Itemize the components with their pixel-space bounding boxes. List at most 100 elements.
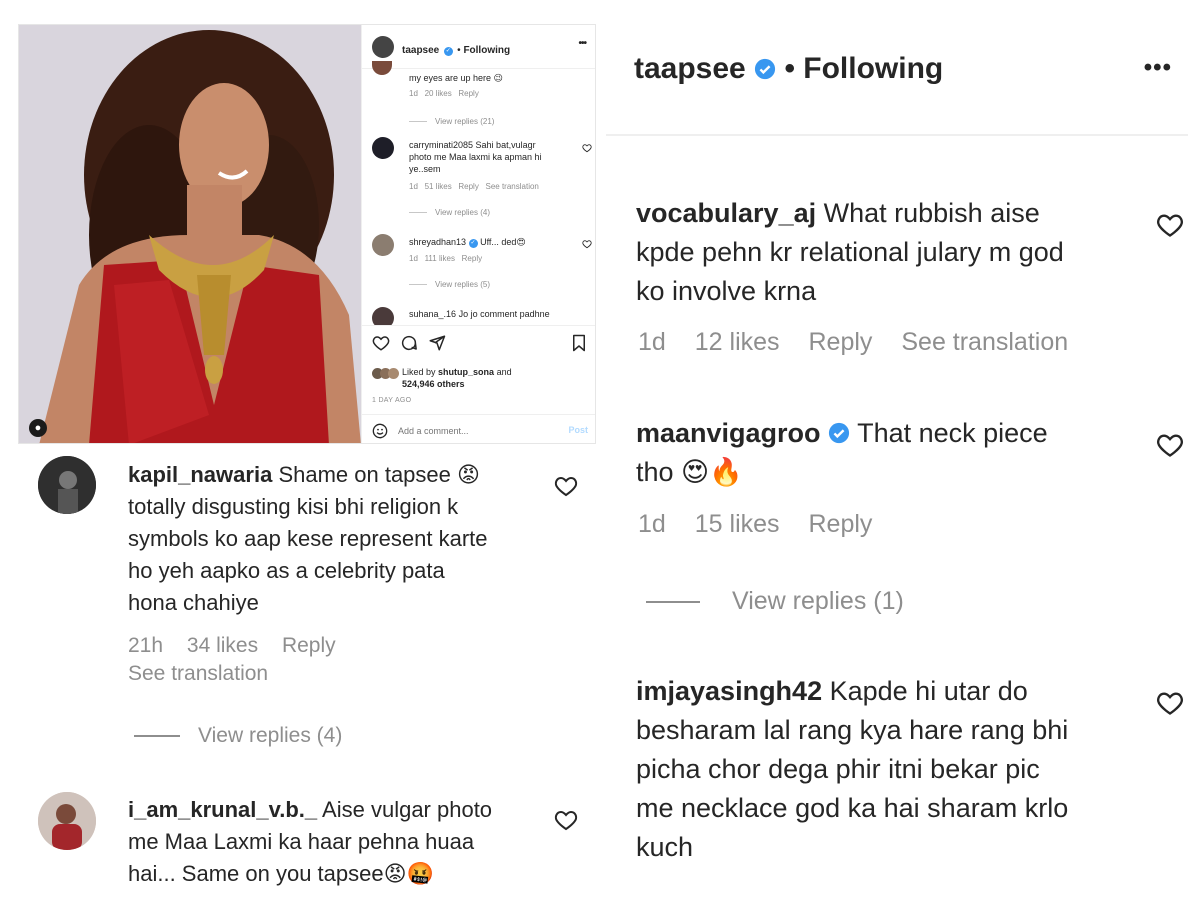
avatar[interactable]	[372, 137, 394, 159]
post-photo-illustration	[19, 25, 361, 443]
comment-username[interactable]: kapil_nawaria	[128, 462, 272, 487]
comment-item-large: maanvigagroo That neck piece tho 😍🔥 1d 1…	[636, 414, 1183, 615]
comment-text-line: me necklace god ka hai sharam krlo	[636, 793, 1069, 823]
comment-likes[interactable]: 20 likes	[425, 89, 452, 98]
liked-by-others[interactable]: 524,946 others	[402, 379, 465, 389]
avatar[interactable]	[38, 792, 96, 850]
comment-text-line: kpde pehn kr relational julary m god	[636, 237, 1064, 267]
more-icon[interactable]: •••	[1144, 54, 1172, 82]
replies-divider	[409, 212, 427, 214]
comment-item-large: vocabulary_aj What rubbish aise kpde peh…	[636, 194, 1183, 356]
view-replies-button[interactable]: View replies (1)	[646, 587, 926, 616]
reply-button[interactable]: Reply	[462, 254, 482, 263]
heart-icon[interactable]	[582, 143, 592, 153]
avatar[interactable]	[372, 36, 394, 58]
comments-panel-zoomed: taapsee • Following ••• vocabulary_aj Wh…	[606, 24, 1188, 900]
instagram-post-card: ● taapsee ✓ • Following ••• my eyes are …	[18, 24, 596, 444]
comment-username[interactable]: vocabulary_aj	[636, 198, 816, 228]
reply-button[interactable]: Reply	[808, 328, 872, 356]
comment-text-line: Shame on tapsee 😡	[278, 462, 480, 487]
bookmark-icon[interactable]	[570, 334, 588, 352]
comment-likes[interactable]: 12 likes	[695, 328, 780, 356]
comment-text-line: hona chahiye	[128, 590, 259, 615]
comment-text: Uff... ded😍	[480, 237, 526, 247]
comment-text-line: What rubbish aise	[823, 198, 1040, 228]
liked-by-suffix: and	[496, 367, 512, 377]
comment-time: 1d	[638, 510, 666, 538]
liked-by-user[interactable]: shutup_sona	[438, 367, 494, 377]
comment-text-line: Kapde hi utar do	[829, 676, 1028, 706]
view-replies-button[interactable]: View replies (5)	[409, 280, 490, 289]
reply-button[interactable]: Reply	[808, 510, 872, 538]
share-icon[interactable]	[428, 334, 446, 352]
view-replies-button[interactable]: View replies (4)	[134, 724, 360, 748]
heart-icon[interactable]	[554, 808, 578, 832]
person-tag-icon[interactable]: ●	[29, 419, 47, 437]
verified-icon: ✓	[443, 47, 453, 56]
replies-divider	[134, 735, 180, 738]
post-header: taapsee ✓ • Following •••	[362, 25, 595, 69]
comment-text-line: totally disgusting kisi bhi religion k	[128, 494, 459, 519]
follow-status[interactable]: Following	[803, 52, 943, 85]
comment-text-line: symbols ko aap kese represent karte	[128, 526, 488, 551]
avatar[interactable]	[372, 61, 392, 75]
heart-icon[interactable]	[1156, 211, 1184, 239]
emoji-icon[interactable]	[372, 423, 388, 439]
comment-text-line: ho yeh aapko as a celebrity pata	[128, 558, 445, 583]
comment-username[interactable]: imjayasingh42	[636, 676, 822, 706]
view-replies-button[interactable]: View replies (21)	[409, 117, 494, 126]
comment-likes[interactable]: 34 likes	[187, 634, 258, 657]
see-translation-button[interactable]: See translation	[128, 662, 268, 686]
view-replies-button[interactable]: View replies (4)	[409, 208, 490, 217]
reply-button[interactable]: Reply	[458, 89, 478, 98]
avatar	[388, 368, 399, 379]
liked-by-prefix: Liked by	[402, 367, 436, 377]
post-button[interactable]: Post	[568, 425, 588, 435]
comment-likes[interactable]: 15 likes	[695, 510, 780, 538]
post-timestamp: 1 DAY AGO	[372, 397, 412, 404]
avatar[interactable]	[38, 456, 96, 514]
follow-status[interactable]: Following	[463, 45, 510, 56]
more-icon[interactable]: •••	[578, 38, 586, 49]
post-actions: Liked by shutup_sona and 524,946 others …	[362, 325, 595, 443]
comment-likes[interactable]: 51 likes	[425, 182, 452, 191]
heart-icon[interactable]	[1156, 689, 1184, 717]
comment-time: 1d	[409, 182, 418, 191]
see-translation-button[interactable]: See translation	[901, 328, 1068, 356]
comment-likes[interactable]: 111 likes	[425, 254, 455, 263]
comment-username[interactable]: maanvigagroo	[636, 418, 821, 448]
reply-button[interactable]: Reply	[282, 634, 336, 657]
comment-time: 1d	[409, 89, 418, 98]
heart-icon[interactable]	[1156, 431, 1184, 459]
reply-button[interactable]: Reply	[458, 182, 478, 191]
heart-icon[interactable]	[554, 474, 578, 498]
replies-divider	[409, 121, 427, 123]
heart-icon[interactable]	[582, 239, 592, 249]
comment-time: 1d	[638, 328, 666, 356]
replies-divider	[409, 284, 427, 286]
comment-text: Jo jo comment padhne	[458, 309, 550, 319]
comment-text-line: ko involve krna	[636, 276, 817, 306]
heart-icon[interactable]	[372, 334, 390, 352]
comment-item-large: imjayasingh42 Kapde hi utar do besharam …	[636, 672, 1183, 867]
comment-username[interactable]: shreyadhan13	[409, 237, 466, 247]
comment-input[interactable]	[398, 423, 548, 439]
post-photo[interactable]: ●	[19, 25, 361, 443]
see-translation-button[interactable]: See translation	[486, 182, 539, 191]
panel-username[interactable]: taapsee	[634, 52, 746, 85]
comment-text-line: That neck piece	[857, 418, 1048, 448]
comment-text-line: me Maa Laxmi ka haar pehna huaa	[128, 829, 475, 854]
verified-icon: ✓	[468, 239, 478, 248]
post-sidebar: taapsee ✓ • Following ••• my eyes are up…	[361, 25, 595, 443]
comment-bar: Post	[362, 414, 595, 443]
post-username[interactable]: taapsee	[402, 45, 439, 56]
comment-icon[interactable]	[400, 334, 418, 352]
comment-text-line: hai... Same on you tapsee😡🤬	[128, 861, 434, 886]
comment-time: 21h	[128, 634, 164, 657]
comment-username[interactable]: suhana_.16	[409, 309, 456, 319]
comment-username[interactable]: carryminati2085	[409, 140, 473, 150]
verified-icon	[828, 422, 850, 444]
verified-icon	[755, 58, 776, 80]
comment-username[interactable]: i_am_krunal_v.b._	[128, 797, 317, 822]
avatar[interactable]	[372, 234, 394, 256]
